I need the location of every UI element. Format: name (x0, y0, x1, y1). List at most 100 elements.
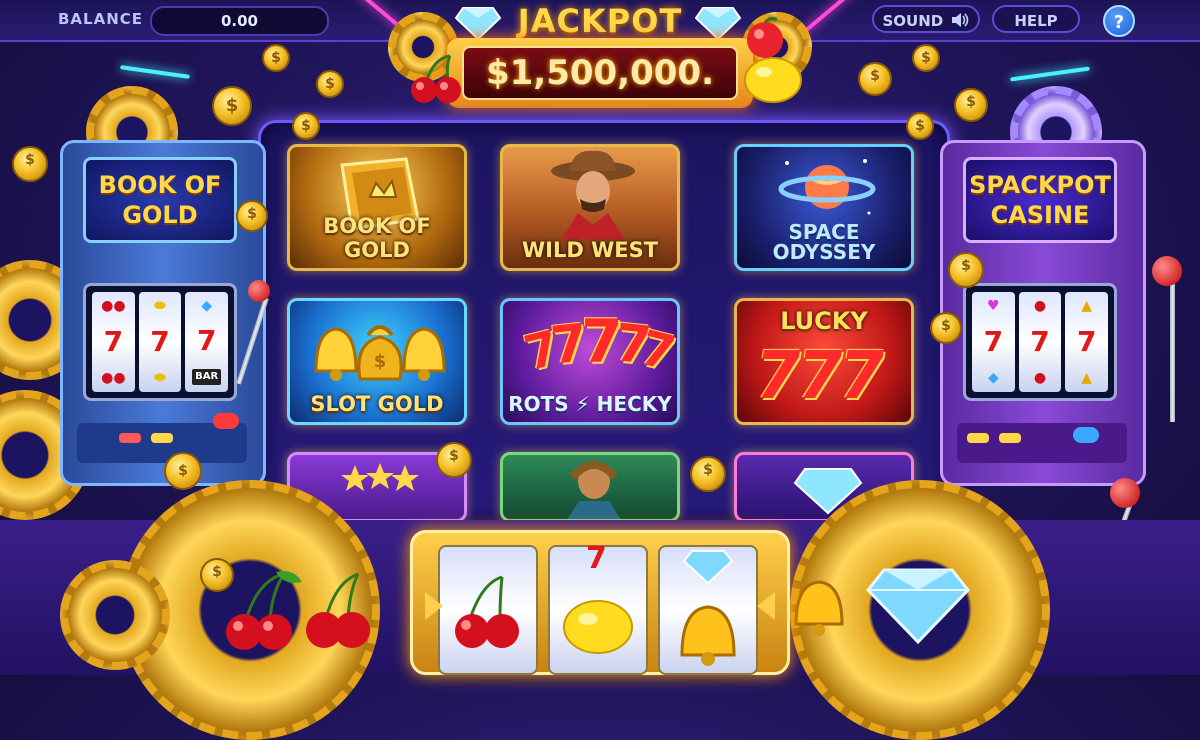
bar-symbol: BAR (192, 369, 222, 385)
jackpot-title: JACKPOT (517, 2, 683, 40)
coin-icon: $ (200, 558, 234, 592)
cherry-icon (455, 575, 519, 648)
reel: ▲ 7 ▲ (1065, 292, 1109, 392)
neon-light (120, 65, 190, 79)
game-tile-label: SPACE ODYSSEY (772, 220, 876, 264)
gear-icon (60, 560, 170, 670)
diamond-icon (455, 7, 501, 40)
balance-label: BALANCE (58, 10, 144, 28)
reel-arrow-left-icon (425, 592, 443, 620)
coin-icon: $ (436, 442, 472, 478)
bell-icon: $ (314, 325, 446, 381)
spin-button[interactable] (1073, 427, 1099, 443)
cowboy-icon (551, 150, 635, 239)
machine-button[interactable] (151, 433, 173, 443)
coin-icon: $ (912, 44, 940, 72)
coin-icon: $ (212, 86, 252, 126)
svg-text:$: $ (374, 351, 387, 372)
cherry-icon: ●● (101, 369, 126, 386)
help-button[interactable]: HELP (992, 5, 1080, 33)
cherry-icon (411, 54, 461, 103)
machine-base (77, 423, 247, 463)
jackpot-amount: $1,500,000. (462, 46, 738, 100)
apple-icon (747, 16, 783, 58)
lever-knob[interactable] (1152, 256, 1182, 286)
machine-base (957, 423, 1127, 463)
game-tile-space-odyssey[interactable]: SPACE ODYSSEY (734, 144, 914, 271)
left-slot-machine[interactable]: BOOK OF GOLD ●● 7 ●● ⬬ 7 ⬬ ◆ 7 BAR (60, 140, 266, 486)
reel: ●● 7 ●● (92, 292, 135, 392)
sound-button[interactable]: SOUND (872, 5, 980, 33)
lemon-icon: ⬬ (154, 369, 166, 386)
coin-icon: $ (906, 112, 934, 140)
game-tile-label: LUCKY (780, 307, 868, 335)
reel: ⬬ 7 ⬬ (138, 292, 182, 392)
bell-icon (680, 550, 736, 666)
left-machine-reels: ●● 7 ●● ⬬ 7 ⬬ ◆ 7 BAR (83, 283, 237, 401)
heart-icon: ♥ (987, 298, 1000, 315)
coin-icon: $ (316, 70, 344, 98)
coin-icon: $ (930, 312, 962, 344)
coin-icon: $ (262, 44, 290, 72)
machine-button[interactable] (119, 433, 141, 443)
right-slot-machine[interactable]: SPACKPOT CASINE ♥ 7 ◆ ● 7 ● ▲ 7 ▲ (940, 140, 1146, 486)
reel-symbol: 7 (983, 324, 1004, 358)
coin-icon: $ (236, 200, 268, 232)
bell-icon: ▲ (1081, 369, 1093, 386)
diamond-icon: ◆ (987, 369, 999, 386)
character-icon (567, 461, 621, 519)
coin-icon: $ (292, 112, 320, 140)
bell-icon (794, 580, 844, 636)
bottom-reel-1[interactable] (438, 545, 538, 675)
right-machine-reels: ♥ 7 ◆ ● 7 ● ▲ 7 ▲ (963, 283, 1117, 401)
sound-label: SOUND (882, 12, 944, 30)
game-tile-rots-hecky[interactable]: 7 7 7 7 7 ROTS ⚡ HECKY (500, 298, 680, 425)
reel: ♥ 7 ◆ (972, 292, 1015, 392)
info-button[interactable]: ? (1103, 5, 1135, 37)
lucky-sevens: 777 (748, 337, 888, 414)
reel-symbol: 7 (103, 324, 124, 358)
lever-knob[interactable] (1110, 478, 1140, 508)
bottom-reel-3[interactable] (658, 545, 758, 675)
speaker-icon (952, 13, 969, 27)
coin-icon: $ (690, 456, 726, 492)
reel-symbol: 7 (1030, 324, 1050, 358)
reel-symbol: 7 (196, 324, 217, 357)
reel: ◆ 7 BAR (185, 292, 229, 392)
diamond-icon: ◆ (201, 298, 213, 314)
lemon-icon: ⬬ (154, 298, 166, 315)
bell-icon: ▲ (1081, 298, 1093, 315)
game-tile-partial[interactable] (500, 452, 680, 522)
planet-icon (778, 159, 876, 215)
bottom-reel-2[interactable]: 7 (548, 541, 648, 675)
game-tile-wild-west[interactable]: WILD WEST (500, 144, 680, 271)
machine-button[interactable] (999, 433, 1021, 443)
lever[interactable] (1170, 272, 1175, 422)
game-tile-slot-gold[interactable]: $ SLOT GOLD (287, 298, 467, 425)
coin-icon: $ (858, 62, 892, 96)
reel-symbol: 7 (1076, 324, 1097, 358)
game-tile-book-of-gold[interactable]: BOOK OF GOLD (287, 144, 467, 271)
game-tile-label: ROTS ⚡ HECKY (508, 392, 672, 416)
apple-icon: ● (1033, 298, 1047, 315)
reel-symbol: 7 (150, 324, 170, 358)
right-machine-title: SPACKPOT CASINE (963, 157, 1117, 243)
game-tile-label: BOOK OF GOLD (323, 214, 431, 262)
coin-icon: $ (954, 88, 988, 122)
lever-knob[interactable] (248, 280, 270, 302)
neon-light (1010, 66, 1090, 82)
coin-icon: $ (12, 146, 48, 182)
game-tile-lucky-777[interactable]: LUCKY 777 (734, 298, 914, 425)
coin-icon: $ (164, 452, 202, 490)
left-machine-title: BOOK OF GOLD (83, 157, 237, 243)
reel-arrow-right-icon (757, 592, 775, 620)
star-icon (341, 463, 419, 491)
diamond-icon (866, 568, 970, 644)
diamond-icon (695, 7, 741, 40)
machine-button[interactable] (967, 433, 989, 443)
reel: ● 7 ● (1018, 292, 1062, 392)
spin-button[interactable] (213, 413, 239, 429)
balance-value: 0.00 (150, 6, 329, 36)
coin-icon: $ (948, 252, 984, 288)
cherry-icon (226, 571, 370, 650)
